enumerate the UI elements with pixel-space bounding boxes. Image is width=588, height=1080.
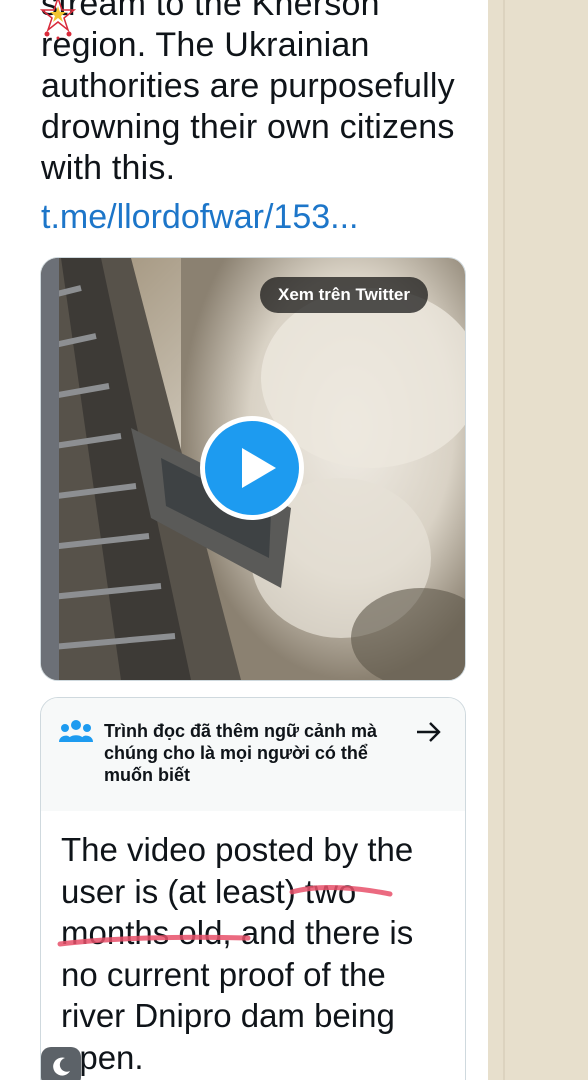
- dark-mode-toggle[interactable]: [41, 1047, 81, 1080]
- note-body-line: river Dnipro dam being: [61, 997, 395, 1034]
- note-body-line: The video posted by the: [61, 831, 414, 868]
- community-note-title: Trình đọc đã thêm ngữ cảnh mà chúng cho …: [104, 721, 378, 785]
- note-body-line: no current proof of the: [61, 955, 386, 993]
- tweet-text-line: authorities are purposefully: [41, 67, 455, 105]
- play-button[interactable]: [200, 416, 304, 520]
- tweet-text-line: region. The Ukrainian: [41, 26, 370, 64]
- play-icon: [205, 421, 299, 515]
- page: stream to the Kherson region. The Ukrain…: [0, 0, 588, 1080]
- tweet-link[interactable]: t.me/llordofwar/153...: [41, 197, 358, 238]
- community-note-body: The video posted by the user is (at leas…: [61, 829, 451, 1078]
- sparkle-doodle-icon: [39, 0, 77, 40]
- community-note-card[interactable]: Trình đọc đã thêm ngữ cảnh mà chúng cho …: [40, 697, 466, 1080]
- tweet-text-line: drowning their own citizens: [41, 108, 455, 146]
- tweet-text-line: stream to the Kherson: [41, 0, 380, 23]
- play-triangle: [242, 448, 276, 488]
- view-on-twitter-button[interactable]: Xem trên Twitter: [260, 277, 428, 313]
- note-body-line: user is (at least) two: [61, 872, 357, 910]
- people-icon: [59, 720, 93, 742]
- moon-icon: [53, 1057, 70, 1076]
- arrow-right-icon[interactable]: [415, 720, 443, 744]
- note-body-line: open.: [61, 1038, 144, 1076]
- community-note-header[interactable]: Trình đọc đã thêm ngữ cảnh mà chúng cho …: [41, 698, 465, 811]
- tweet-text-line: with this.: [41, 149, 176, 187]
- note-body-line: months old, and there is: [61, 914, 414, 951]
- page-divider: [503, 0, 505, 1080]
- tweet-text: stream to the Kherson region. The Ukrain…: [41, 0, 481, 189]
